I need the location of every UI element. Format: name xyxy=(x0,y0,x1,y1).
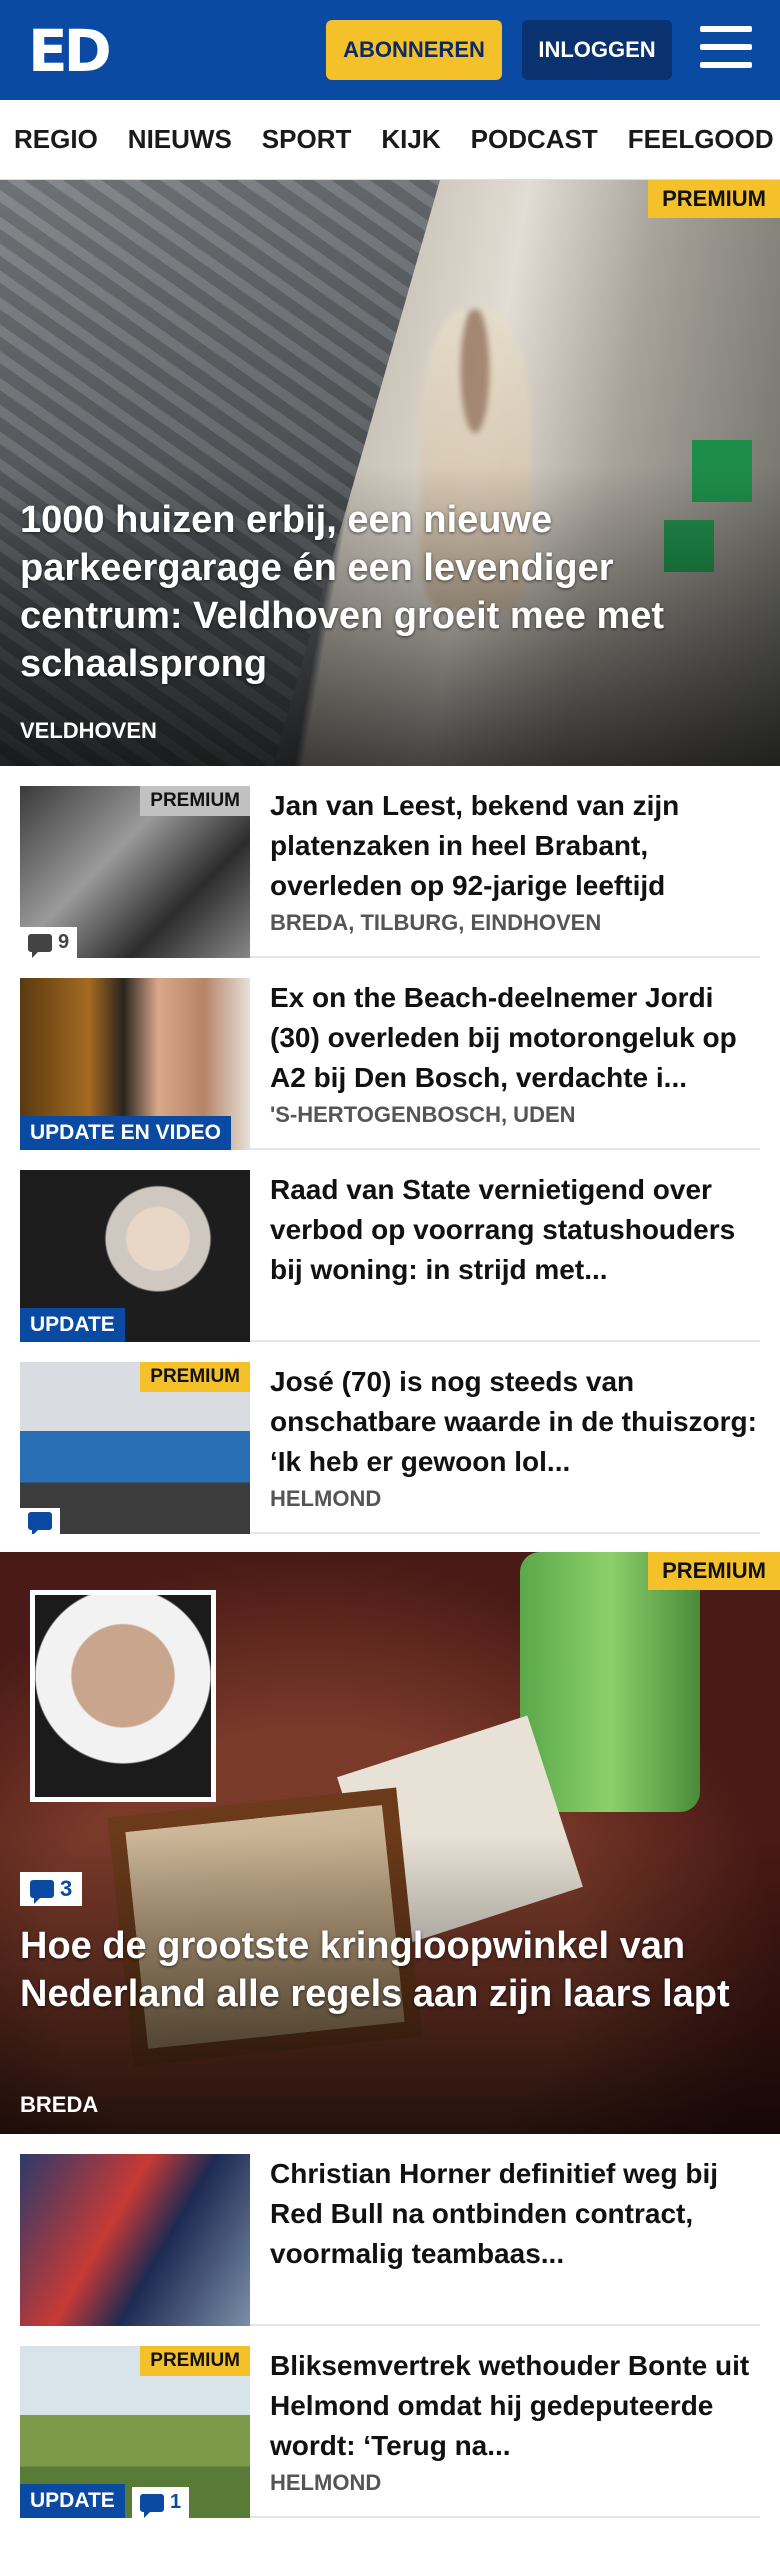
premium-badge: PREMIUM xyxy=(140,2346,250,2376)
comment-icon xyxy=(28,1512,52,1534)
comment-count-badge[interactable]: 9 xyxy=(20,927,78,958)
article-list: PREMIUM 9 Jan van Leest, bekend van zijn… xyxy=(0,766,780,1534)
comment-count-badge[interactable]: 1 xyxy=(132,2487,190,2518)
article-thumbnail[interactable]: UPDATE EN VIDEO xyxy=(20,978,250,1150)
article-thumbnail[interactable]: UPDATE xyxy=(20,1170,250,1342)
premium-badge: PREMIUM xyxy=(648,180,780,218)
article-location: 'S-HERTOGENBOSCH, UDEN xyxy=(270,1102,576,1127)
login-button[interactable]: INLOGGEN xyxy=(522,20,672,80)
article-title[interactable]: Raad van State vernietigend over verbod … xyxy=(270,1170,760,1290)
nav-item-sport[interactable]: SPORT xyxy=(262,124,352,155)
list-item[interactable]: PREMIUM José (70) is nog steeds van onsc… xyxy=(20,1342,760,1534)
article-thumbnail[interactable]: PREMIUM UPDATE 1 xyxy=(20,2346,250,2518)
hero-title[interactable]: Hoe de grootste kringloopwinkel van Nede… xyxy=(20,1922,750,2018)
section-nav: REGIO NIEUWS SPORT KIJK PODCAST FEELGOOD xyxy=(0,100,780,180)
hamburger-menu-icon[interactable] xyxy=(700,26,752,72)
site-header: ED ABONNEREN INLOGGEN xyxy=(0,0,780,100)
article-location: HELMOND xyxy=(270,1486,382,1511)
article-location: BREDA, TILBURG, EINDHOVEN xyxy=(270,910,602,935)
nav-item-nieuws[interactable]: NIEUWS xyxy=(128,124,232,155)
hero-article-kringloop[interactable]: PREMIUM 3 Hoe de grootste kringloopwinke… xyxy=(0,1552,780,2134)
update-label: UPDATE xyxy=(20,1308,125,1342)
comment-badge[interactable] xyxy=(20,1508,60,1534)
comment-icon xyxy=(140,2493,164,2518)
article-title[interactable]: Bliksemvertrek wethouder Bonte uit Helmo… xyxy=(270,2346,760,2466)
subscribe-button[interactable]: ABONNEREN xyxy=(326,20,502,80)
article-title[interactable]: José (70) is nog steeds van onschatbare … xyxy=(270,1362,760,1482)
list-item[interactable]: UPDATE EN VIDEO Ex on the Beach-deelneme… xyxy=(20,958,760,1150)
comment-icon xyxy=(30,1880,54,1904)
list-item[interactable]: UPDATE Raad van State vernietigend over … xyxy=(20,1150,760,1342)
hero-article-veldhoven[interactable]: PREMIUM 1000 huizen erbij, een nieuwe pa… xyxy=(0,180,780,766)
article-thumbnail[interactable] xyxy=(20,2154,250,2326)
update-label: UPDATE xyxy=(20,2484,125,2518)
update-label: UPDATE EN VIDEO xyxy=(20,1116,231,1150)
article-thumbnail[interactable]: PREMIUM xyxy=(20,1362,250,1534)
article-title[interactable]: Christian Horner definitief weg bij Red … xyxy=(270,2154,760,2274)
ed-logo[interactable]: ED xyxy=(28,22,112,80)
nav-item-kijk[interactable]: KIJK xyxy=(381,124,440,155)
comment-count-badge[interactable]: 3 xyxy=(20,1872,83,1906)
premium-badge: PREMIUM xyxy=(140,1362,250,1392)
premium-badge: PREMIUM xyxy=(140,786,250,816)
comment-icon xyxy=(28,933,52,958)
list-item[interactable]: Christian Horner definitief weg bij Red … xyxy=(20,2134,760,2326)
hero-location: VELDHOVEN xyxy=(20,718,157,743)
list-item[interactable]: PREMIUM UPDATE 1 Bliksemvertrek wethoude… xyxy=(20,2326,760,2518)
hero-image-bottle xyxy=(520,1552,700,1812)
article-location: HELMOND xyxy=(270,2470,382,2495)
article-title[interactable]: Ex on the Beach-deelnemer Jordi (30) ove… xyxy=(270,978,760,1098)
nav-item-podcast[interactable]: PODCAST xyxy=(471,124,598,155)
hero-location: BREDA xyxy=(20,2092,99,2117)
nav-item-feelgood[interactable]: FEELGOOD xyxy=(628,124,774,155)
nav-item-regio[interactable]: REGIO xyxy=(14,124,98,155)
article-list: Christian Horner definitief weg bij Red … xyxy=(0,2134,780,2518)
comment-count: 1 xyxy=(170,2491,182,2513)
comment-count: 3 xyxy=(60,1876,73,1901)
comment-count: 9 xyxy=(58,931,70,953)
article-thumbnail[interactable]: PREMIUM 9 xyxy=(20,786,250,958)
author-portrait xyxy=(30,1590,216,1802)
premium-badge: PREMIUM xyxy=(648,1552,780,1590)
article-title[interactable]: Jan van Leest, bekend van zijn platenzak… xyxy=(270,786,760,906)
hero-title[interactable]: 1000 huizen erbij, een nieuwe parkeergar… xyxy=(20,496,750,688)
list-item[interactable]: PREMIUM 9 Jan van Leest, bekend van zijn… xyxy=(20,766,760,958)
